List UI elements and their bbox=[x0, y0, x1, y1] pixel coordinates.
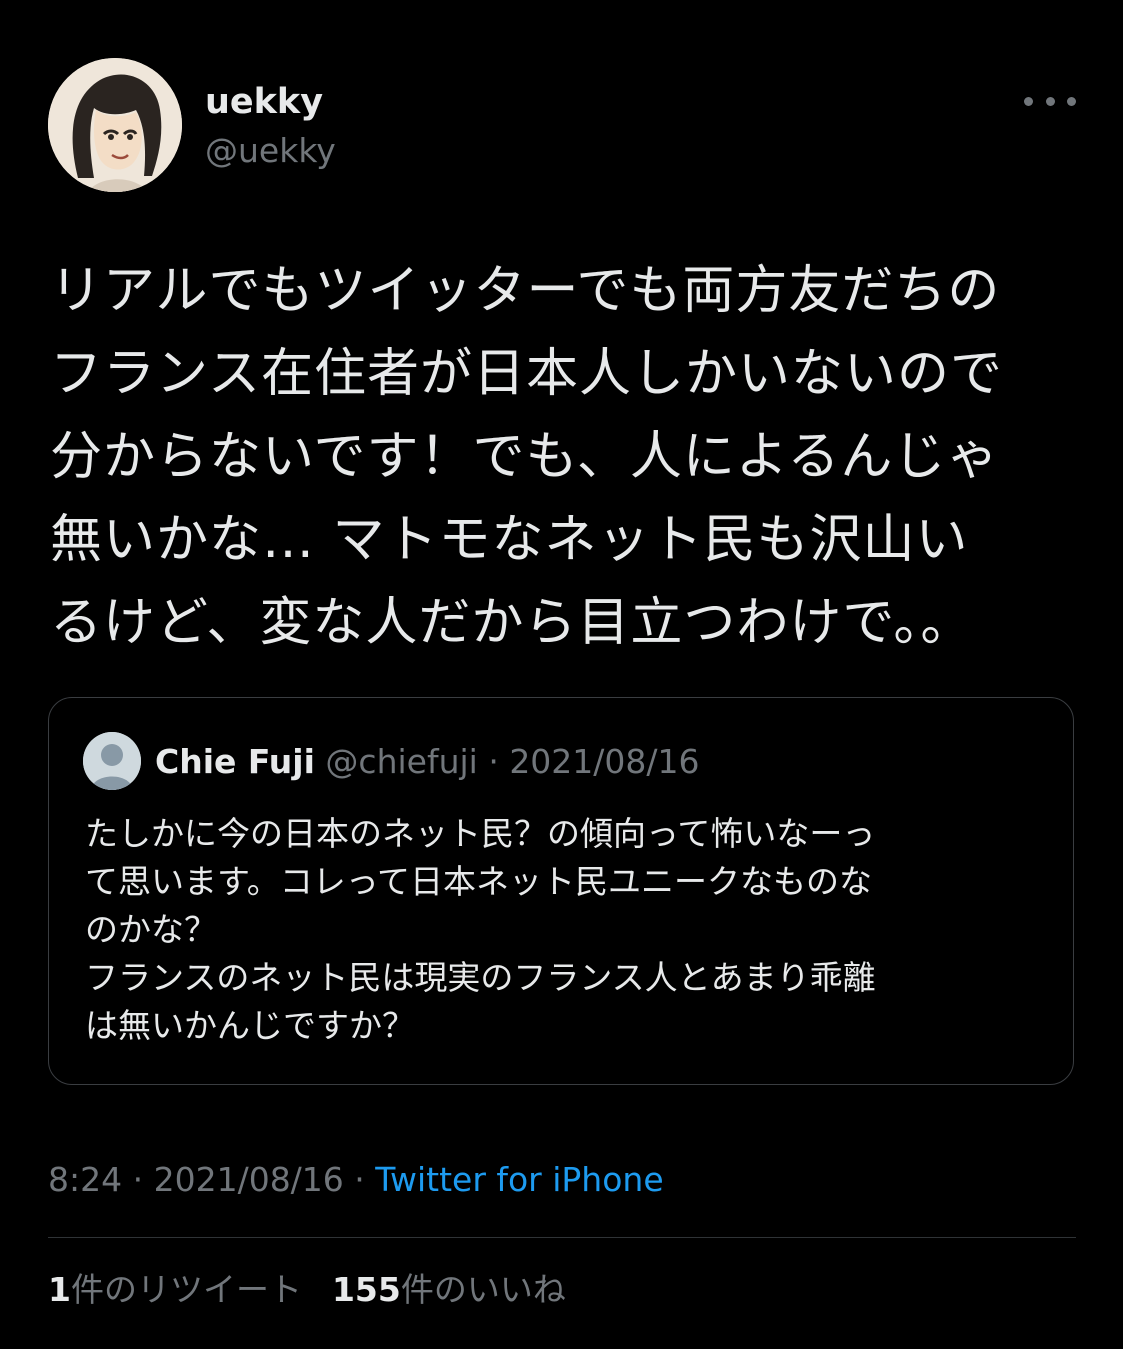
author-avatar[interactable] bbox=[48, 58, 182, 192]
meta-separator: · bbox=[343, 1160, 376, 1199]
retweets-stat[interactable]: 1件のリツイート bbox=[48, 1270, 302, 1309]
tweet-stats: 1件のリツイート 155件のいいね bbox=[48, 1268, 566, 1312]
likes-stat[interactable]: 155件のいいね bbox=[332, 1270, 566, 1309]
author-name[interactable]: uekky bbox=[205, 80, 323, 124]
quote-author-handle: @chiefuji bbox=[325, 742, 478, 781]
quoted-tweet-card[interactable]: Chie Fuji @chiefuji · 2021/08/16 たしかに今の日… bbox=[48, 697, 1074, 1085]
tweet-detail: uekky @uekky リアルでもツイッターでも両方友だちの フランス在住者が… bbox=[0, 0, 1123, 1349]
default-user-icon bbox=[83, 732, 141, 790]
tweet-time: 8:24 bbox=[48, 1160, 123, 1199]
author-handle[interactable]: @uekky bbox=[205, 130, 336, 172]
quote-text: たしかに今の日本のネット民？の傾向って怖いなーっ て思います。コレって日本ネット… bbox=[85, 814, 876, 1045]
more-dot bbox=[1045, 96, 1055, 106]
tweet-source-link[interactable]: Twitter for iPhone bbox=[375, 1160, 663, 1199]
quote-author-name: Chie Fuji bbox=[155, 742, 315, 781]
like-label: 件のいいね bbox=[400, 1270, 566, 1309]
avatar-illustration bbox=[48, 58, 182, 192]
like-count: 155 bbox=[331, 1270, 401, 1309]
retweet-count: 1 bbox=[48, 1270, 71, 1309]
tweet-date: 2021/08/16 bbox=[153, 1160, 344, 1199]
quote-header: Chie Fuji @chiefuji · 2021/08/16 bbox=[155, 740, 700, 784]
tweet-meta: 8:24 · 2021/08/16 · Twitter for iPhone bbox=[48, 1158, 664, 1202]
more-options-icon[interactable] bbox=[1024, 86, 1076, 116]
more-dot bbox=[1024, 96, 1033, 106]
quote-avatar-default-icon bbox=[83, 732, 141, 790]
more-dot bbox=[1067, 96, 1076, 106]
retweet-label: 件のリツイート bbox=[70, 1270, 302, 1309]
quote-date: 2021/08/16 bbox=[509, 742, 700, 781]
divider bbox=[48, 1237, 1076, 1238]
tweet-text: リアルでもツイッターでも両方友だちの フランス在住者が日本人しかいないので 分か… bbox=[50, 261, 1003, 653]
quote-separator: · bbox=[477, 742, 510, 781]
meta-separator: · bbox=[122, 1160, 154, 1199]
